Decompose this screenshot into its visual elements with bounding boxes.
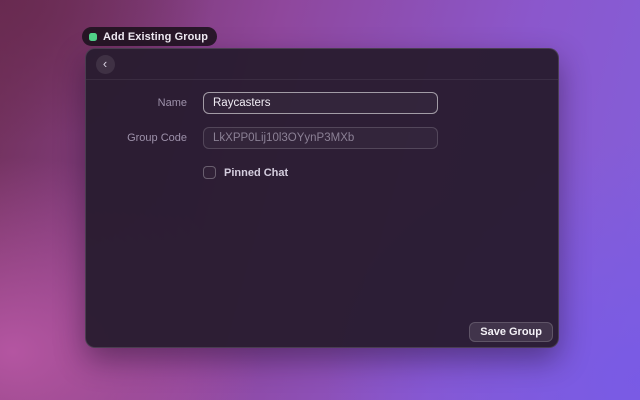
name-field-row: Name [86, 92, 558, 114]
save-group-button[interactable]: Save Group [469, 322, 553, 342]
group-code-label: Group Code [86, 132, 203, 144]
name-input[interactable] [203, 92, 438, 114]
form: Name Group Code Pinned Chat [86, 80, 558, 179]
name-label: Name [86, 97, 203, 109]
group-code-input[interactable] [203, 127, 438, 149]
window-title: Add Existing Group [103, 31, 208, 43]
pinned-chat-row: Pinned Chat [203, 166, 558, 179]
chevron-left-icon: ‹ [103, 55, 107, 72]
back-button[interactable]: ‹ [96, 55, 115, 74]
desktop-background: Add Existing Group ‹ Name Group Code Pin… [0, 0, 640, 400]
window-title-badge: Add Existing Group [82, 27, 217, 46]
group-code-field-row: Group Code [86, 127, 558, 149]
pinned-chat-checkbox[interactable] [203, 166, 216, 179]
green-status-icon [89, 33, 97, 41]
window-header: ‹ [86, 49, 558, 80]
add-existing-group-window: ‹ Name Group Code Pinned Chat Save Group [85, 48, 559, 348]
pinned-chat-label[interactable]: Pinned Chat [224, 167, 288, 179]
